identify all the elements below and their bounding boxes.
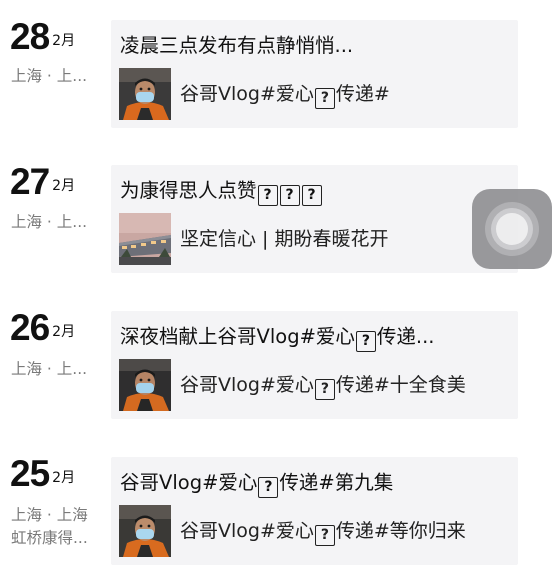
post-month: 2月 bbox=[52, 178, 76, 194]
post-title-text: 凌晨三点发布有点静悄悄... bbox=[120, 34, 354, 57]
post-share-text: 谷哥Vlog#爱心? 传递#十全食美 bbox=[180, 368, 466, 402]
share-text: 坚定信心 | 期盼春暖花开 bbox=[180, 228, 389, 250]
post-location: 上海 · 上... bbox=[11, 211, 103, 234]
location-line: 上海 · 上... bbox=[11, 67, 88, 85]
missing-glyph-box-icon: ? bbox=[355, 331, 376, 352]
post-month: 2月 bbox=[52, 324, 76, 340]
share-text: 传递#等你归来 bbox=[335, 520, 466, 542]
post-thumbnail[interactable] bbox=[119, 68, 171, 120]
post-share-text: 谷哥Vlog#爱心? 传递#等你归来 bbox=[180, 514, 466, 548]
post-title: 为康得思人点赞??? bbox=[120, 173, 323, 209]
post-card[interactable]: 凌晨三点发布有点静悄悄... 谷哥Vlog#爱心? 传递# bbox=[111, 20, 518, 128]
post-location: 上海 · 上海 虹桥康得... bbox=[11, 504, 103, 550]
post-thumbnail[interactable] bbox=[119, 359, 171, 411]
post-title: 凌晨三点发布有点静悄悄... bbox=[120, 28, 353, 64]
assistive-touch-ring-inner bbox=[496, 213, 528, 245]
post-title: 深夜档献上谷哥Vlog#爱心? 传递... bbox=[120, 319, 435, 355]
share-text: 谷哥Vlog#爱心 bbox=[180, 83, 314, 105]
location-line: 虹桥康得... bbox=[11, 529, 88, 547]
missing-glyph-box-icon: ? bbox=[258, 477, 279, 498]
post-share-text: 坚定信心 | 期盼春暖花开 bbox=[180, 222, 388, 256]
post-title-text: 谷哥Vlog#爱心 bbox=[120, 471, 258, 494]
post-title-text: 传递... bbox=[376, 325, 435, 348]
selfie-thumbnail bbox=[119, 505, 171, 557]
missing-glyph-box-icon: ? bbox=[279, 185, 300, 206]
post-date: 27 2月 bbox=[10, 163, 75, 201]
post-title-text: 深夜档献上谷哥Vlog#爱心 bbox=[120, 325, 355, 348]
share-text: 谷哥Vlog#爱心 bbox=[180, 520, 314, 542]
missing-glyph-box-icon: ? bbox=[314, 88, 335, 109]
post-title: 谷哥Vlog#爱心? 传递#第九集 bbox=[120, 465, 393, 501]
location-line: 上海 · 上... bbox=[11, 360, 88, 378]
post-day: 28 bbox=[10, 16, 50, 57]
missing-glyph-box-icon: ? bbox=[257, 185, 278, 206]
location-line: 上海 · 上... bbox=[11, 213, 88, 231]
location-line: 上海 · 上海 bbox=[11, 506, 88, 524]
post-location: 上海 · 上... bbox=[11, 358, 103, 381]
assistive-touch-icon[interactable] bbox=[472, 189, 552, 269]
share-text: 传递#十全食美 bbox=[335, 374, 466, 396]
post-date: 26 2月 bbox=[10, 309, 75, 347]
missing-glyph-box-icon: ? bbox=[301, 185, 322, 206]
post-card[interactable]: 谷哥Vlog#爱心? 传递#第九集 谷哥Vlog#爱心? 传递#等你归来 bbox=[111, 457, 518, 565]
post-title-text: 为康得思人点赞 bbox=[120, 179, 257, 202]
selfie-thumbnail bbox=[119, 68, 171, 120]
post-thumbnail[interactable] bbox=[119, 213, 171, 265]
post-location: 上海 · 上... bbox=[11, 65, 103, 88]
post-card[interactable]: 深夜档献上谷哥Vlog#爱心? 传递... 谷哥Vlog#爱心? 传递#十全食美 bbox=[111, 311, 518, 419]
post-date: 28 2月 bbox=[10, 18, 75, 56]
share-text: 谷哥Vlog#爱心 bbox=[180, 374, 314, 396]
post-day: 25 bbox=[10, 453, 50, 494]
post-day: 26 bbox=[10, 307, 50, 348]
missing-glyph-box-icon: ? bbox=[314, 525, 335, 546]
post-month: 2月 bbox=[52, 470, 76, 486]
missing-glyph-box-icon: ? bbox=[314, 379, 335, 400]
post-card[interactable]: 为康得思人点赞??? 坚定信心 | 期盼春暖花开 bbox=[111, 165, 518, 273]
hotel-building-thumbnail bbox=[119, 213, 171, 265]
post-day: 27 bbox=[10, 161, 50, 202]
post-title-text: 传递#第九集 bbox=[279, 471, 394, 494]
post-month: 2月 bbox=[52, 33, 76, 49]
share-text: 传递# bbox=[335, 83, 390, 105]
post-thumbnail[interactable] bbox=[119, 505, 171, 557]
post-share-text: 谷哥Vlog#爱心? 传递# bbox=[180, 77, 390, 111]
post-date: 25 2月 bbox=[10, 455, 75, 493]
selfie-thumbnail bbox=[119, 359, 171, 411]
